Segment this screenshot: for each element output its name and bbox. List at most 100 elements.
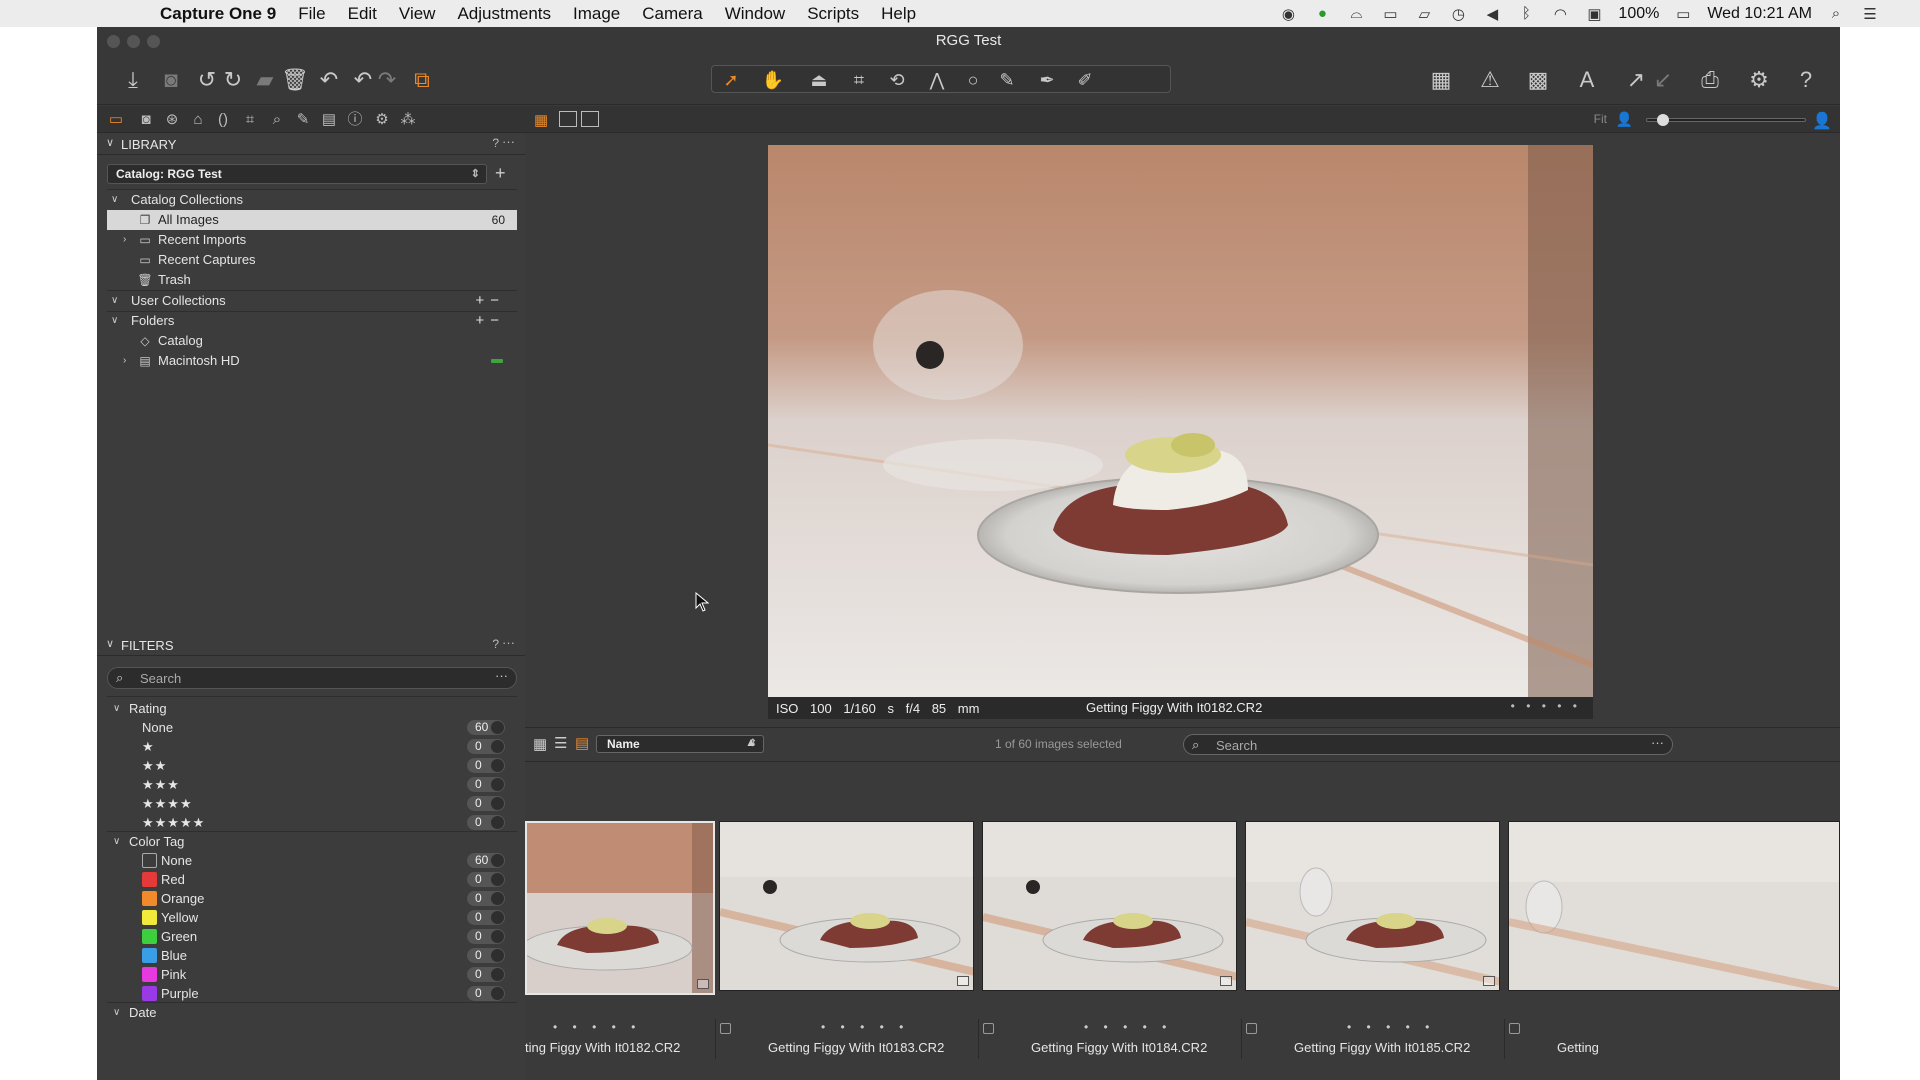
color-tag-filter-yellow[interactable]: Yellow 0 [107, 908, 517, 927]
battery-icon[interactable]: ▭ [1673, 6, 1693, 23]
library-help-button[interactable]: ? [492, 136, 499, 150]
crop-icon[interactable]: ⌗ [846, 67, 872, 93]
single-view-icon[interactable] [559, 111, 577, 127]
rating-filter-none[interactable]: None 60 [107, 718, 517, 737]
select-checkbox[interactable] [720, 1023, 731, 1034]
pan-hand-icon[interactable]: ✋ [760, 67, 786, 93]
print-icon[interactable]: ⎙ [1697, 67, 1723, 93]
lens-tab-icon[interactable]: () [213, 110, 233, 130]
brush-icon[interactable]: ✎ [994, 67, 1020, 93]
settings-gear-icon[interactable]: ⚙ [1746, 67, 1772, 93]
count-pill[interactable]: 60 [467, 720, 505, 735]
thumbnail-0185[interactable] [1245, 821, 1500, 991]
loupe-icon[interactable]: ⏏ [806, 67, 832, 93]
edit-all-icon[interactable]: ↙ [1650, 67, 1676, 93]
grid-overlay-icon[interactable]: ▩ [1525, 67, 1551, 93]
menu-file[interactable]: File [298, 4, 325, 24]
add-remove-folder-buttons[interactable]: +− [475, 311, 505, 331]
chevron-right-icon[interactable]: › [123, 230, 135, 250]
count-pill[interactable]: 0 [467, 967, 505, 982]
menu-edit[interactable]: Edit [348, 4, 377, 24]
adjustments-tab-icon[interactable]: ⚙ [372, 110, 392, 130]
menu-view[interactable]: View [399, 4, 436, 24]
batch-tab-icon[interactable]: ⁂ [398, 110, 418, 130]
add-collection-button[interactable]: + [495, 163, 506, 184]
folder-macintosh-hd[interactable]: › ▤ Macintosh HD [107, 351, 517, 371]
chevron-down-icon[interactable]: ∨ [113, 699, 120, 718]
keystone-icon[interactable]: ⋀ [924, 67, 950, 93]
record-icon[interactable]: ◉ [1278, 6, 1298, 23]
notification-center-icon[interactable]: ☰ [1860, 6, 1880, 23]
rotate-right-icon[interactable]: ↻ [220, 67, 246, 93]
list-view-icon[interactable]: ☰ [554, 734, 567, 752]
color-tag-filter-green[interactable]: Green 0 [107, 927, 517, 946]
sort-by-select[interactable]: Name ⇕ [596, 735, 764, 753]
move-to-folder-icon[interactable]: ▰ [252, 67, 278, 93]
chevron-down-icon[interactable]: ∨ [111, 291, 123, 311]
details-tab-icon[interactable]: ⌕ [267, 110, 287, 130]
collection-all-images[interactable]: ❐ All Images 60 [107, 210, 517, 230]
folder-catalog[interactable]: ◇ Catalog [107, 331, 517, 351]
thumbnail-rating-dots[interactable]: • • • • • [553, 1020, 641, 1034]
count-pill[interactable]: 0 [467, 777, 505, 792]
edit-selected-icon[interactable]: ↗ [1623, 67, 1649, 93]
color-tab-icon[interactable]: ⊛ [162, 110, 182, 130]
headphones-icon[interactable]: ⌓ [1346, 5, 1366, 22]
search-options-button[interactable]: ··· [495, 668, 508, 683]
viewer-rating-dots[interactable]: • • • • • [1511, 699, 1581, 713]
multi-view-icon[interactable]: ▦ [534, 111, 548, 129]
text-overlay-icon[interactable]: A [1574, 67, 1600, 93]
local-adjustments-tab-icon[interactable]: ✎ [293, 110, 313, 130]
library-more-button[interactable]: ··· [502, 134, 515, 149]
menu-window[interactable]: Window [725, 4, 785, 24]
rating-filter-1-star[interactable]: ★ 0 [107, 737, 517, 756]
grid-layout-icon[interactable]: ▦ [1428, 67, 1454, 93]
browser-search-input[interactable]: ⌕ Search ··· [1183, 734, 1673, 755]
chevron-down-icon[interactable]: ∨ [111, 190, 123, 210]
grid-view-icon[interactable]: ▦ [533, 735, 547, 753]
count-pill[interactable]: 0 [467, 758, 505, 773]
count-pill[interactable]: 0 [467, 910, 505, 925]
zoom-window-button[interactable] [147, 35, 160, 48]
search-options-button[interactable]: ··· [1651, 735, 1664, 750]
display-icon[interactable]: ▭ [1380, 6, 1400, 23]
capture-icon[interactable]: ◙ [158, 67, 184, 93]
select-checkbox[interactable] [1509, 1023, 1520, 1034]
menu-help[interactable]: Help [881, 4, 916, 24]
trash-icon[interactable]: 🗑 [281, 67, 309, 93]
thumbnail-size-slider[interactable] [1646, 114, 1806, 126]
exposure-warning-icon[interactable]: ⚠ [1477, 67, 1503, 93]
chevron-down-icon[interactable]: ∨ [111, 311, 123, 331]
count-pill[interactable]: 0 [467, 796, 505, 811]
reset-adjustments-icon[interactable]: ↶ [316, 67, 342, 93]
filters-more-button[interactable]: ··· [502, 635, 515, 650]
rotate-straighten-icon[interactable]: ⟲ [884, 67, 910, 93]
color-tag-filter-header[interactable]: ∨ Color Tag [107, 832, 517, 851]
library-tab-icon[interactable]: ▭ [106, 110, 126, 130]
color-picker-icon[interactable]: ✒ [1034, 67, 1060, 93]
main-photo[interactable] [768, 145, 1593, 697]
select-cursor-icon[interactable]: ➚ [718, 67, 744, 93]
collection-recent-captures[interactable]: ▭ Recent Captures [107, 250, 517, 270]
import-icon[interactable]: ⤓ [120, 67, 146, 93]
copy-apply-icon[interactable]: ⧉ [409, 67, 435, 93]
undo-icon[interactable]: ↶ [350, 67, 376, 93]
thumbnail-rating-dots[interactable]: • • • • • [1347, 1020, 1435, 1034]
rating-filter-3-stars[interactable]: ★★★ 0 [107, 775, 517, 794]
menu-clock[interactable]: Wed 10:21 AM [1707, 5, 1812, 23]
exposure-tab-icon[interactable]: ⌂ [188, 110, 208, 130]
count-pill[interactable]: 0 [467, 986, 505, 1001]
chevron-down-icon[interactable]: ∨ [113, 1003, 120, 1022]
color-tag-filter-purple[interactable]: Purple 0 [107, 984, 517, 1003]
filters-help-button[interactable]: ? [492, 637, 499, 651]
chevron-right-icon[interactable]: › [123, 351, 135, 371]
user-collections-row[interactable]: ∨ User Collections +− [107, 291, 517, 311]
color-tag-filter-pink[interactable]: Pink 0 [107, 965, 517, 984]
catalog-collections-row[interactable]: ∨ Catalog Collections [107, 190, 517, 210]
output-tab-icon[interactable]: ▤ [319, 110, 339, 130]
composition-tab-icon[interactable]: ⌗ [240, 110, 260, 130]
wifi-icon[interactable]: ◠ [1550, 6, 1570, 23]
spotlight-search-icon[interactable]: ⌕ [1826, 5, 1846, 22]
count-pill[interactable]: 0 [467, 739, 505, 754]
app-menu[interactable]: Capture One 9 [160, 4, 276, 24]
